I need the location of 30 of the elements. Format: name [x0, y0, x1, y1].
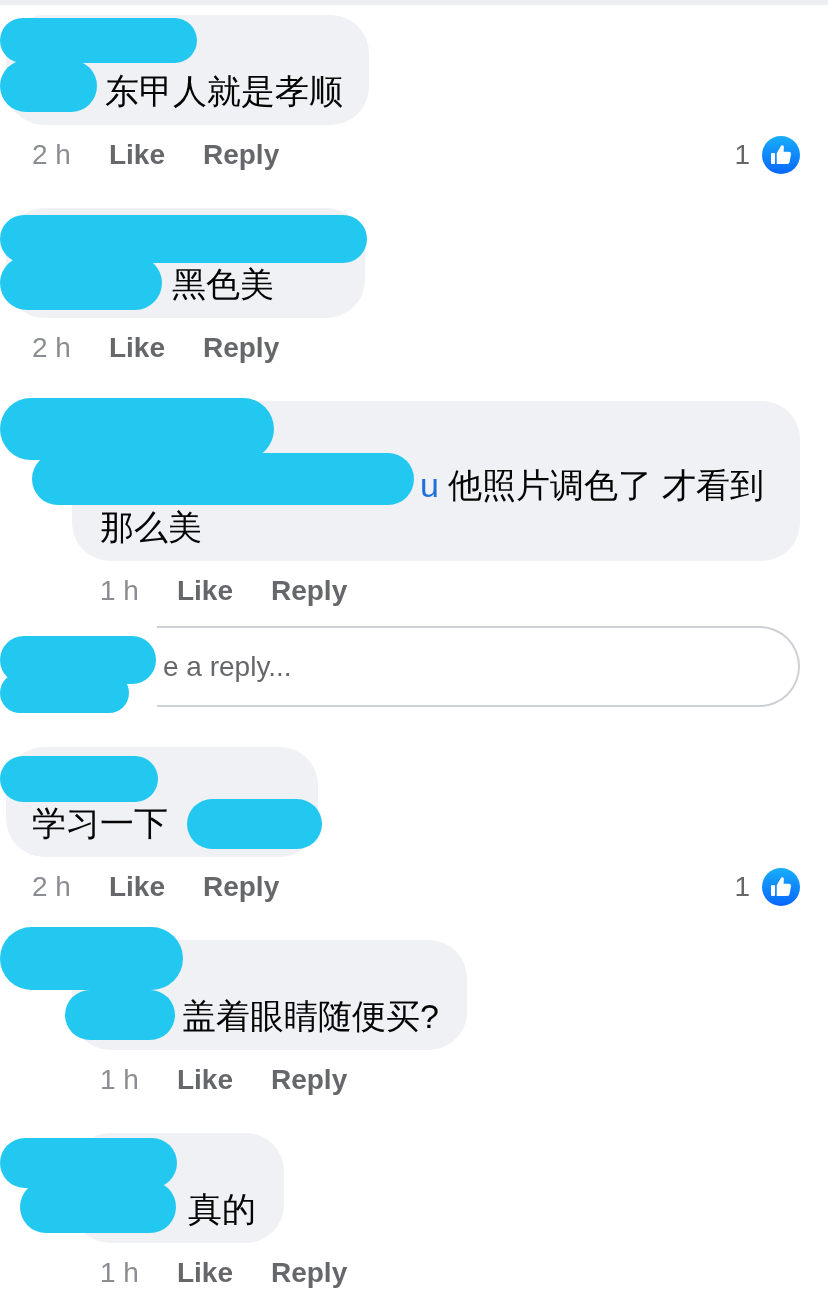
comment-time: 2 h — [32, 139, 71, 171]
mention-link[interactable]: u — [420, 466, 439, 504]
comment-time: 2 h — [32, 332, 71, 364]
comment-time: 1 h — [100, 1064, 139, 1096]
like-reaction-icon[interactable] — [762, 868, 800, 906]
like-button[interactable]: Like — [176, 1060, 233, 1100]
comment-time: 1 h — [100, 575, 139, 607]
like-button[interactable]: Like — [176, 1253, 233, 1293]
comment-text: u 他照片调色了 才看到那么美 — [100, 466, 764, 546]
reply-button[interactable]: Reply — [202, 867, 280, 907]
comment-text: 东甲人就是孝顺 — [105, 72, 343, 110]
reply-button[interactable]: Reply — [270, 1060, 348, 1100]
like-button[interactable]: Like — [176, 571, 233, 611]
like-button[interactable]: Like — [108, 867, 165, 907]
comment-text: 黑色美 — [172, 265, 274, 303]
like-reaction-icon[interactable] — [762, 136, 800, 174]
reaction-count: 1 — [734, 871, 750, 903]
comment-text: 真的 — [188, 1190, 256, 1228]
reply-field[interactable]: e a reply... — [157, 626, 800, 707]
like-button[interactable]: Like — [108, 328, 165, 368]
reply-button[interactable]: Reply — [202, 135, 280, 175]
reaction-count: 1 — [734, 139, 750, 171]
comment-time: 2 h — [32, 871, 71, 903]
comment-text: 学习一下 — [32, 804, 168, 842]
comment-time: 1 h — [100, 1257, 139, 1289]
reply-button[interactable]: Reply — [270, 1253, 348, 1293]
reply-button[interactable]: Reply — [202, 328, 280, 368]
reply-button[interactable]: Reply — [270, 571, 348, 611]
comment-text: 盖着眼睛随便买? — [182, 997, 439, 1035]
like-button[interactable]: Like — [108, 135, 165, 175]
